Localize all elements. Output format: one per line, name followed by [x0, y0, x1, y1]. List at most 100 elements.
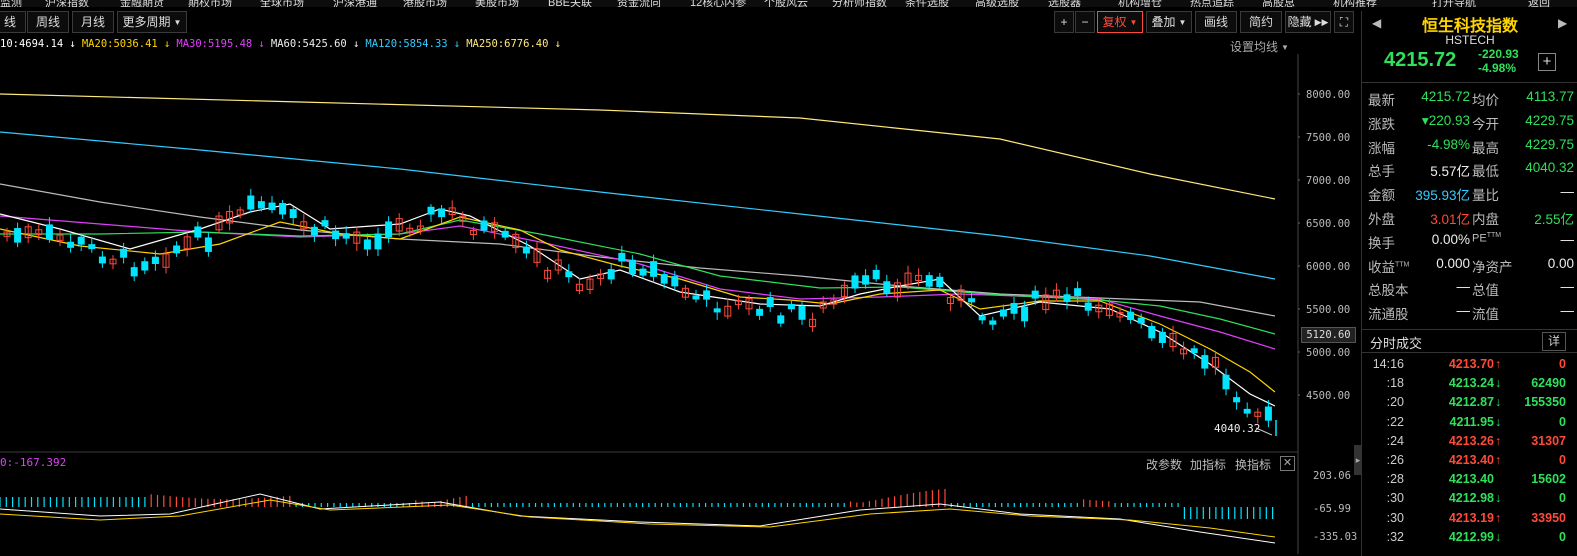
period-tab-month[interactable]: 月线 — [72, 11, 114, 33]
bearish-candle — [522, 246, 530, 254]
add-watchlist-button[interactable]: + — [1538, 53, 1556, 71]
chevron-down-icon: ▼ — [1281, 43, 1289, 52]
trade-volume: 62490 — [1531, 376, 1566, 391]
quote-row: 流通股 — 流值 — — [1368, 303, 1574, 327]
top-menu-item[interactable]: 港股市场 — [403, 0, 447, 7]
period-tab-day[interactable]: 线 — [0, 11, 26, 33]
trade-price: 4213.70 — [1448, 357, 1494, 371]
top-menu-item[interactable]: 高级选股 — [975, 0, 1019, 7]
double-chevron-right-icon: ▶▶ — [1314, 17, 1329, 27]
hide-label: 隐藏 — [1287, 15, 1312, 29]
price-axis-label: 6000.00 — [1306, 261, 1351, 273]
top-menu-item[interactable]: 个股风云 — [764, 0, 808, 7]
change-amount: -220.93 — [1478, 47, 1519, 61]
quote-row: 收益TTM 0.000 净资产 0.00 — [1368, 256, 1574, 280]
divider — [1362, 82, 1577, 83]
bearish-candle — [1031, 290, 1039, 299]
ma5-line — [0, 203, 1276, 407]
chevron-down-icon: ▼ — [173, 18, 182, 27]
bearish-candle — [321, 220, 329, 227]
bearish-candle — [872, 269, 880, 280]
quote-row: 金额 395.93亿 量比 — — [1368, 184, 1574, 208]
add-indicator-button[interactable]: 加指标 — [1190, 456, 1226, 473]
period-tab-week[interactable]: 周线 — [27, 11, 69, 33]
next-stock-icon[interactable]: ▶ — [1558, 16, 1567, 30]
edit-params-button[interactable]: 改参数 — [1146, 456, 1182, 473]
bearish-candle — [883, 281, 891, 294]
ma-settings-button[interactable]: 设置均线 ▼ — [1230, 38, 1289, 55]
quote-label: 流值 — [1472, 307, 1499, 323]
trades-detail-button[interactable]: 详 — [1542, 332, 1566, 351]
top-menu-item[interactable]: 分析师指数 — [832, 0, 887, 7]
top-menu-item[interactable]: 高股息 — [1262, 0, 1295, 7]
bearish-candle — [628, 259, 636, 275]
quote-label: 总值 — [1472, 283, 1499, 299]
top-menu-item[interactable]: 沪深指数 — [45, 0, 89, 7]
bearish-candle — [77, 236, 85, 245]
bearish-candle — [151, 256, 159, 264]
simple-mode-button[interactable]: 简约 — [1240, 11, 1282, 33]
top-menu-item[interactable]: 条件选股 — [905, 0, 949, 7]
top-menu-item[interactable]: 监测 — [0, 0, 22, 7]
quote-value: 395.93亿 — [1415, 188, 1470, 204]
ma-legend-item: MA30:5195.48 ↓ — [176, 38, 265, 50]
quote-value: 4040.32 — [1525, 160, 1574, 176]
top-menu-item[interactable]: 12核心内参 — [690, 0, 746, 7]
quote-label: 今开 — [1472, 116, 1499, 132]
indicator-header: 0:-167.392 改参数 加指标 换指标 ✕ — [0, 456, 1300, 472]
top-menu-item[interactable]: 机构增仓 — [1118, 0, 1162, 7]
price-axis-label: 6500.00 — [1306, 218, 1351, 230]
quote-row: 总手 5.57亿 最低 4040.32 — [1368, 160, 1574, 184]
trade-volume: 0 — [1559, 453, 1566, 467]
bearish-candle — [14, 228, 22, 243]
arrow-down-icon: ↓ — [1495, 529, 1502, 544]
adjust-rights-dropdown[interactable]: 复权 ▼ — [1097, 11, 1143, 33]
fullscreen-icon: ⛶ — [1339, 15, 1349, 29]
draw-line-button[interactable]: 画线 — [1195, 11, 1237, 33]
fullscreen-button[interactable]: ⛶ — [1334, 11, 1354, 33]
trade-volume: 33950 — [1531, 510, 1566, 525]
top-menu-item[interactable]: 热点追踪 — [1190, 0, 1234, 7]
close-icon[interactable]: ✕ — [1280, 456, 1295, 471]
top-menu-item[interactable]: 全球市场 — [260, 0, 304, 7]
bearish-candle — [374, 233, 382, 250]
switch-indicator-button[interactable]: 换指标 — [1235, 456, 1271, 473]
arrow-down-icon: ↓ — [1495, 395, 1502, 410]
arrow-up-icon: ↑ — [1495, 510, 1502, 525]
top-menu-item[interactable]: 资金流向 — [617, 0, 661, 7]
top-menu-item[interactable]: 机构推荐 — [1333, 0, 1377, 7]
top-menu-item[interactable]: 沪深港通 — [333, 0, 377, 7]
arrow-up-icon: ↑ — [1495, 357, 1502, 371]
zoom-in-button[interactable]: + — [1054, 11, 1074, 33]
top-menu-item[interactable]: 打开导航 — [1432, 0, 1476, 7]
top-menu-item[interactable]: 美股市场 — [475, 0, 519, 7]
bearish-candle — [798, 305, 806, 320]
quote-label: 总股本 — [1368, 283, 1409, 299]
top-menu-item[interactable]: BBE关联 — [548, 0, 592, 7]
bearish-candle — [480, 220, 488, 231]
quote-value: 4229.75 — [1525, 136, 1574, 152]
overlay-dropdown[interactable]: 叠加 ▼ — [1146, 11, 1192, 33]
bearish-candle — [88, 244, 96, 250]
bearish-candle — [130, 267, 138, 277]
kline-chart[interactable] — [0, 54, 1300, 554]
trade-price: 4212.87 — [1448, 395, 1494, 410]
top-menu-item[interactable]: 返回 — [1528, 0, 1550, 7]
quote-value: 2.55亿 — [1534, 212, 1574, 227]
quote-value: 4229.75 — [1525, 112, 1574, 128]
bearish-candle — [45, 224, 53, 240]
zoom-out-button[interactable]: − — [1075, 11, 1095, 33]
ma-legend-item: 10:4694.14 ↓ — [0, 38, 76, 50]
more-periods-dropdown[interactable]: 更多周期 ▼ — [117, 11, 187, 33]
top-menu-item[interactable]: 期权市场 — [188, 0, 232, 7]
top-menu-item[interactable]: 金融期货 — [120, 0, 164, 7]
bearish-candle — [565, 271, 573, 278]
price-axis-label: 8000.00 — [1306, 89, 1351, 101]
trade-price: 4213.40 — [1448, 453, 1494, 467]
trade-time: :24 — [1386, 433, 1404, 448]
bearish-candle — [1148, 326, 1156, 339]
bearish-candle — [671, 276, 679, 287]
hide-button[interactable]: 隐藏 ▶▶ — [1285, 11, 1331, 33]
quote-label: 最新 — [1368, 93, 1395, 108]
top-menu-item[interactable]: 选股器 — [1048, 0, 1081, 7]
